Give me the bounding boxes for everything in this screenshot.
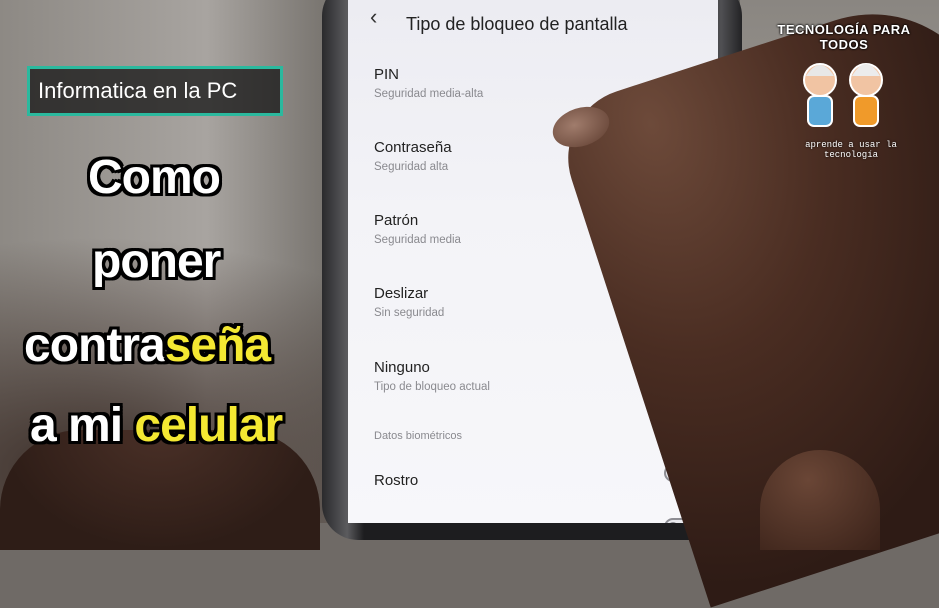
screen-header: ‹ Tipo de bloqueo de pantalla [348,0,718,50]
headline-line-2: poner [92,235,221,288]
chevron-left-icon[interactable]: ‹ [370,6,390,28]
option-title: Patrón [374,212,419,229]
logo-subtitle: aprende a usar la tecnología [805,140,897,160]
headline-line-3-white: contra [24,319,166,372]
option-subtitle: Seguridad alta [374,161,449,173]
option-subtitle: Tipo de bloqueo actual [374,381,490,393]
logo-grandparents-icon [803,63,883,127]
headline-line-4-white: a mi [30,399,135,452]
option-title: Ninguno [374,359,430,376]
option-title: Deslizar [374,285,429,302]
option-title: PIN [374,66,400,83]
option-subtitle: Seguridad media-alta [374,88,484,100]
channel-logo: TECNOLOGÍA PARA TODOS aprende a usar la … [762,22,926,162]
headline-line-1: Como [88,151,221,204]
biometric-label: Rostro [374,472,419,489]
option-subtitle: Sin seguridad [374,307,445,319]
headline-line-3: contraseña [24,318,271,373]
option-title: Contraseña [374,139,452,156]
section-label-biometrics: Datos biométricos [374,430,463,442]
screen-title: Tipo de bloqueo de pantalla [406,14,628,34]
headline-line-4: a mi celular [30,398,283,453]
channel-badge: Informatica en la PC [27,66,283,116]
option-subtitle: Seguridad media [374,234,461,246]
biometric-row-rostro[interactable]: Rostro [348,464,718,498]
headline-line-3-yellow: seña [164,319,271,372]
headline-line-4-yellow: celular [134,399,283,452]
